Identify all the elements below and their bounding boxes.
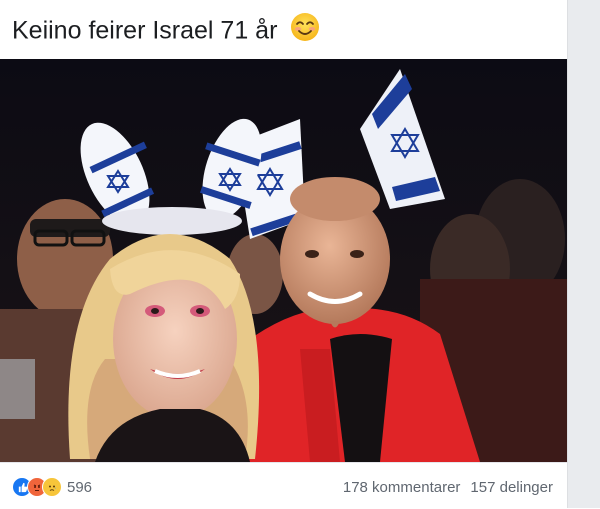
engagement-stats: 178 kommentarer 157 delinger (343, 477, 553, 497)
right-gutter (567, 0, 600, 508)
reaction-count: 596 (67, 478, 93, 496)
sad-reaction-icon (42, 477, 62, 497)
post-text: Keiino feirer Israel 71 år (12, 12, 320, 48)
post-photo[interactable] (0, 59, 567, 462)
photo-illustration (0, 59, 567, 462)
glass (0, 359, 35, 419)
post-footer: 596 178 kommentarer 157 delinger (0, 462, 567, 509)
smiling-face-emoji-icon (290, 12, 320, 52)
shares-count-link[interactable]: 157 delinger (470, 479, 553, 496)
gutter-edge (567, 0, 568, 508)
comments-count-link[interactable]: 178 kommentarer (343, 479, 461, 496)
reactions-summary[interactable]: 596 (12, 477, 92, 497)
facebook-post: Keiino feirer Israel 71 år 596 178 komme… (0, 0, 567, 509)
post-text-label: Keiino feirer Israel 71 år (12, 16, 278, 45)
